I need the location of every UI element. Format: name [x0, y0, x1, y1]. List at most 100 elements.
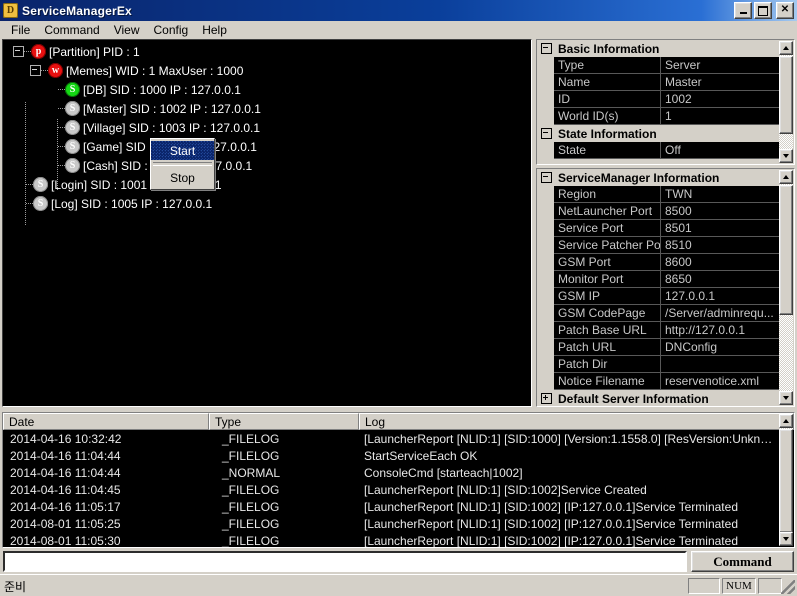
category-header-servicemanager-information[interactable]: ServiceManager Information [537, 169, 779, 186]
property-value[interactable]: /Server/adminrequ... [661, 305, 779, 322]
menu-command[interactable]: Command [37, 22, 106, 38]
property-value[interactable]: Off [661, 142, 779, 159]
menu-help[interactable]: Help [195, 22, 234, 38]
property-row[interactable]: GSM IP 127.0.0.1 [554, 288, 779, 305]
tree-node-game[interactable]: S [Game] SID : 1004 IP : 127.0.0.1 [3, 137, 531, 156]
table-row[interactable]: 2014-04-16 11:05:17 _FILELOG [LauncherRe… [3, 498, 778, 515]
table-row[interactable]: 2014-08-01 11:05:25 _FILELOG [LauncherRe… [3, 515, 778, 532]
property-value[interactable]: DNConfig [661, 339, 779, 356]
property-row[interactable]: State Off [554, 142, 779, 159]
scrollbar-thumb[interactable] [779, 56, 793, 134]
collapse-box-icon[interactable] [13, 46, 24, 57]
property-value[interactable]: 1002 [661, 91, 779, 108]
table-row[interactable]: 2014-04-16 10:32:42 _FILELOG [LauncherRe… [3, 430, 778, 447]
property-row[interactable]: Notice Filename reservenotice.xml [554, 373, 779, 390]
table-row[interactable]: 2014-04-16 11:04:45 _FILELOG [LauncherRe… [3, 481, 778, 498]
menu-view[interactable]: View [107, 22, 147, 38]
scroll-down-arrow-icon[interactable] [779, 532, 793, 546]
tree-node-master[interactable]: S [Master] SID : 1002 IP : 127.0.0.1 [3, 99, 531, 118]
log-scrollbar[interactable] [779, 414, 793, 546]
category-header-basic-information[interactable]: Basic Information [537, 40, 779, 57]
property-value[interactable]: 8510 [661, 237, 779, 254]
command-input[interactable] [3, 551, 687, 572]
scroll-down-arrow-icon[interactable] [779, 391, 793, 405]
scroll-up-arrow-icon[interactable] [779, 41, 793, 55]
property-name: State [554, 142, 661, 159]
tree-node-village[interactable]: S [Village] SID : 1003 IP : 127.0.0.1 [3, 118, 531, 137]
scrollbar-thumb[interactable] [779, 429, 793, 533]
scrollbar-thumb[interactable] [779, 185, 793, 315]
servicemanager-info-property-grid[interactable]: ServiceManager Information Region TWN Ne… [536, 168, 795, 407]
property-row[interactable]: NetLauncher Port 8500 [554, 203, 779, 220]
tree-node-cash[interactable]: S [Cash] SID : 1006 IP : 127.0.0.1 [3, 156, 531, 175]
property-value[interactable]: TWN [661, 186, 779, 203]
property-value[interactable]: 8600 [661, 254, 779, 271]
category-title: Default Server Information [558, 391, 709, 406]
log-header-log[interactable]: Log [359, 413, 794, 430]
property-value[interactable]: Server [661, 57, 779, 74]
collapse-box-icon[interactable] [30, 65, 41, 76]
scroll-up-arrow-icon[interactable] [779, 170, 793, 184]
category-header-default-server-information[interactable]: Default Server Information [537, 390, 779, 406]
log-header-date[interactable]: Date [3, 413, 209, 430]
property-row[interactable]: World ID(s) 1 [554, 108, 779, 125]
property-value[interactable]: 8650 [661, 271, 779, 288]
log-cell-message: [LauncherReport [NLID:1] [SID:1002] [IP:… [364, 499, 738, 514]
basic-info-scrollbar[interactable] [779, 41, 793, 163]
menu-file[interactable]: File [4, 22, 37, 38]
table-row[interactable]: 2014-04-16 11:04:44 _NORMAL ConsoleCmd [… [3, 464, 778, 481]
property-row[interactable]: Region TWN [554, 186, 779, 203]
basic-info-property-grid[interactable]: Basic Information Type Server Name Maste… [536, 39, 795, 165]
service-tree-panel[interactable]: p [Partition] PID : 1 w [Memes] WID : 1 … [2, 39, 532, 407]
property-value[interactable]: http://127.0.0.1 [661, 322, 779, 339]
property-row[interactable]: Type Server [554, 57, 779, 74]
tree-node-db[interactable]: S [DB] SID : 1000 IP : 127.0.0.1 [3, 80, 531, 99]
category-header-state-information[interactable]: State Information [537, 125, 779, 142]
scroll-up-arrow-icon[interactable] [779, 414, 793, 428]
scroll-down-arrow-icon[interactable] [779, 149, 793, 163]
minimize-button[interactable] [734, 2, 752, 19]
property-row[interactable]: Service Port 8501 [554, 220, 779, 237]
property-row[interactable]: Name Master [554, 74, 779, 91]
property-value[interactable]: reservenotice.xml [661, 373, 779, 390]
property-value[interactable]: Master [661, 74, 779, 91]
resize-grip-icon[interactable] [781, 580, 795, 594]
log-list-panel[interactable]: Date Type Log 2014-04-16 10:32:42 _FILEL… [2, 412, 795, 548]
log-header-type[interactable]: Type [209, 413, 359, 430]
property-row[interactable]: GSM CodePage /Server/adminrequ... [554, 305, 779, 322]
tree-node-label: [Partition] PID : 1 [49, 44, 140, 59]
context-menu-item-start[interactable]: Start [151, 141, 214, 160]
log-cell-type: _FILELOG [222, 533, 280, 548]
property-value[interactable]: 1 [661, 108, 779, 125]
property-row[interactable]: Patch URL DNConfig [554, 339, 779, 356]
property-row[interactable]: Service Patcher Port 8510 [554, 237, 779, 254]
property-row[interactable]: Patch Base URL http://127.0.0.1 [554, 322, 779, 339]
tree-node-memes[interactable]: w [Memes] WID : 1 MaxUser : 1000 [3, 61, 531, 80]
property-value[interactable]: 8500 [661, 203, 779, 220]
property-row[interactable]: GSM Port 8600 [554, 254, 779, 271]
property-value[interactable] [661, 356, 779, 373]
collapse-box-icon[interactable] [541, 172, 552, 183]
collapse-box-icon[interactable] [541, 43, 552, 54]
context-menu-item-stop[interactable]: Stop [151, 168, 214, 187]
property-row[interactable]: Monitor Port 8650 [554, 271, 779, 288]
collapse-box-icon[interactable] [541, 128, 552, 139]
close-button[interactable]: ✕ [776, 2, 794, 19]
property-value[interactable]: 8501 [661, 220, 779, 237]
menu-config[interactable]: Config [147, 22, 196, 38]
property-row[interactable]: ID 1002 [554, 91, 779, 108]
window-title: ServiceManagerEx [22, 3, 132, 18]
table-row[interactable]: 2014-08-01 11:05:30 _FILELOG [LauncherRe… [3, 532, 778, 548]
expand-box-icon[interactable] [541, 393, 552, 404]
table-row[interactable]: 2014-04-16 11:04:44 _FILELOG StartServic… [3, 447, 778, 464]
property-row[interactable]: Patch Dir [554, 356, 779, 373]
maximize-button[interactable] [754, 2, 772, 19]
tree-node-log[interactable]: S [Log] SID : 1005 IP : 127.0.0.1 [3, 194, 531, 213]
property-value[interactable]: 127.0.0.1 [661, 288, 779, 305]
command-button[interactable]: Command [691, 551, 794, 572]
property-name: World ID(s) [554, 108, 661, 125]
context-menu[interactable]: Start Stop [150, 138, 215, 190]
servicemanager-info-scrollbar[interactable] [779, 170, 793, 405]
tree-node-partition[interactable]: p [Partition] PID : 1 [3, 42, 531, 61]
tree-node-login[interactable]: S [Login] SID : 1001 IP : 127.0.0.1 [3, 175, 531, 194]
